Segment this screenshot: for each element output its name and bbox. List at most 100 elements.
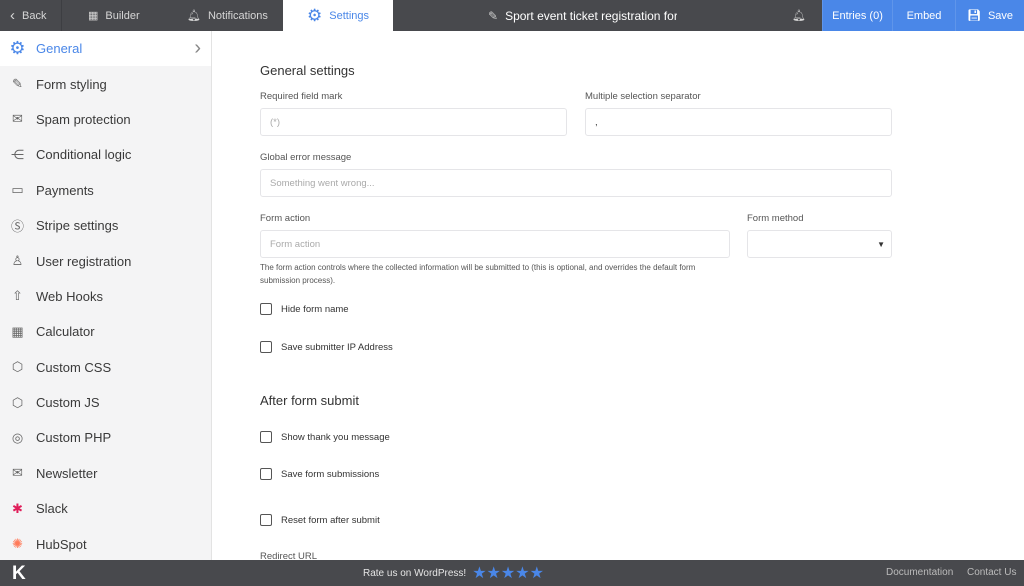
upload-icon: ⇧ <box>12 288 23 304</box>
sidebar-item-label: Custom PHP <box>36 430 112 446</box>
contact-link[interactable]: Contact Us <box>967 567 1016 578</box>
sidebar-item-general[interactable]: ⚙ General › <box>0 31 211 67</box>
user-icon: ♙ <box>11 253 24 269</box>
sidebar-item-custom-css[interactable]: ⬡ Custom CSS <box>0 350 211 385</box>
stripe-icon: Ⓢ <box>10 219 24 235</box>
reset-form-checkbox[interactable]: Reset form after submit <box>260 514 380 526</box>
sidebar-item-stripe-settings[interactable]: Ⓢ Stripe settings <box>0 208 211 243</box>
envelope-icon: ✉ <box>12 465 23 481</box>
checkbox-box[interactable] <box>260 514 272 526</box>
separator-label: Multiple selection separator <box>585 91 701 102</box>
sidebar-item-label: Custom JS <box>36 395 100 411</box>
form-method-label: Form method <box>747 213 804 224</box>
sidebar-item-slack[interactable]: ✱ Slack <box>0 491 211 526</box>
sidebar-item-web-hooks[interactable]: ⇧ Web Hooks <box>0 279 211 314</box>
notification-bell-button[interactable]: 🔔︎ <box>792 0 806 31</box>
gear-icon: ⚙ <box>9 38 26 59</box>
builder-icon: ▦ <box>88 10 99 22</box>
bell-icon: 🔔︎ <box>792 10 806 22</box>
entries-button[interactable]: Entries (0) <box>822 0 892 31</box>
error-message-label: Global error message <box>260 152 352 163</box>
back-button[interactable]: ‹ Back <box>0 0 62 31</box>
checkbox-box[interactable] <box>260 468 272 480</box>
star-icon[interactable]: ★ <box>530 565 544 582</box>
sidebar-item-form-styling[interactable]: ✎ Form styling <box>0 66 211 101</box>
sidebar-item-user-registration[interactable]: ♙ User registration <box>0 243 211 278</box>
sidebar-item-label: General <box>36 41 83 57</box>
sidebar-item-custom-js[interactable]: ⬡ Custom JS <box>0 385 211 420</box>
sidebar-item-conditional-logic[interactable]: ⋲ Conditional logic <box>0 137 211 172</box>
sidebar-item-label: Calculator <box>36 324 95 340</box>
star-icon[interactable]: ★ <box>487 565 501 582</box>
save-submissions-checkbox[interactable]: Save form submissions <box>260 468 379 480</box>
form-action-input[interactable]: Form action <box>260 230 730 258</box>
sidebar-item-newsletter[interactable]: ✉ Newsletter <box>0 456 211 491</box>
embed-button[interactable]: Embed <box>892 0 955 31</box>
required-mark-input[interactable]: (*) <box>260 108 567 136</box>
credit-card-icon: ▭ <box>11 182 24 198</box>
php-icon: ◎ <box>11 429 24 445</box>
chevron-right-icon: › <box>194 37 201 60</box>
after-submit-heading: After form submit <box>260 393 359 408</box>
settings-panel: General settings Required field mark (*)… <box>213 31 1024 562</box>
separator-input[interactable]: , <box>585 108 892 136</box>
shield-mail-icon: ✉ <box>12 111 23 127</box>
form-action-label: Form action <box>260 213 311 224</box>
footer: K Rate us on WordPress! ★★★★★ Documentati… <box>0 560 1024 586</box>
show-thanks-checkbox[interactable]: Show thank you message <box>260 431 390 443</box>
tab-builder[interactable]: ▦ Builder <box>88 0 140 31</box>
save-ip-checkbox[interactable]: Save submitter IP Address <box>260 341 393 353</box>
hide-form-name-checkbox[interactable]: Hide form name <box>260 303 349 315</box>
form-title[interactable]: ✎ Sport event ticket registration form <box>488 0 677 31</box>
rating-stars[interactable]: ★★★★★ <box>472 563 544 583</box>
sidebar-item-label: Slack <box>36 501 68 517</box>
top-bar: ‹ Back ▦ Builder 🔔︎ Notifications ⚙ Settings… <box>0 0 1024 31</box>
checkbox-box[interactable] <box>260 431 272 443</box>
form-action-help: The form action controls where the colle… <box>260 263 696 285</box>
sidebar-item-label: Web Hooks <box>36 288 103 304</box>
sidebar-item-label: Newsletter <box>36 465 98 481</box>
star-icon[interactable]: ★ <box>515 565 529 582</box>
sidebar-item-calculator[interactable]: ▦ Calculator <box>0 314 211 349</box>
required-mark-label: Required field mark <box>260 91 343 102</box>
sidebar-item-label: Spam protection <box>36 111 131 127</box>
hubspot-icon: ✺ <box>12 536 23 552</box>
sidebar-item-label: Stripe settings <box>36 218 119 234</box>
chevron-left-icon: ‹ <box>10 7 15 24</box>
sidebar-item-label: HubSpot <box>36 536 87 552</box>
star-icon[interactable]: ★ <box>472 565 486 582</box>
tab-settings[interactable]: ⚙ Settings <box>283 0 393 31</box>
sidebar-item-label: Payments <box>36 182 94 198</box>
edit-icon: ✎ <box>488 8 499 23</box>
sidebar-item-label: Form styling <box>36 76 107 92</box>
sidebar-item-hubspot[interactable]: ✺ HubSpot <box>0 526 211 560</box>
share-nodes-icon: ⋲ <box>11 146 24 162</box>
sidebar-item-payments[interactable]: ▭ Payments <box>0 173 211 208</box>
sidebar-item-spam-protection[interactable]: ✉ Spam protection <box>0 102 211 137</box>
sidebar-item-custom-php[interactable]: ◎ Custom PHP <box>0 420 211 455</box>
bell-icon: 🔔︎ <box>187 10 201 22</box>
brush-icon: ✎ <box>12 76 23 92</box>
star-icon[interactable]: ★ <box>501 565 515 582</box>
js-icon: ⬡ <box>11 394 24 410</box>
tab-notifications[interactable]: 🔔︎ Notifications <box>187 0 268 31</box>
save-button[interactable]: 💾︎ Save <box>955 0 1024 31</box>
sidebar-item-label: Conditional logic <box>36 147 132 163</box>
documentation-link[interactable]: Documentation <box>886 567 953 578</box>
slack-icon: ✱ <box>12 500 23 516</box>
logo: K <box>12 563 26 584</box>
sidebar: ⚙ General › ✎ Form styling ✉ Spam protection ⋲ C… <box>0 31 212 560</box>
css-icon: ⬡ <box>11 359 24 375</box>
error-message-input[interactable]: Something went wrong... <box>260 169 892 197</box>
gear-icon: ⚙ <box>307 5 323 25</box>
floppy-icon: 💾︎ <box>966 10 981 22</box>
rate-us[interactable]: Rate us on WordPress! ★★★★★ <box>363 560 544 586</box>
sidebar-item-label: Custom CSS <box>36 359 112 375</box>
sidebar-item-label: User registration <box>36 253 132 269</box>
caret-down-icon: ▼ <box>877 239 885 249</box>
checkbox-box[interactable] <box>260 341 272 353</box>
form-method-select[interactable]: ▼ <box>747 230 892 258</box>
checkbox-box[interactable] <box>260 303 272 315</box>
calculator-icon: ▦ <box>11 323 24 339</box>
general-settings-heading: General settings <box>260 63 355 78</box>
